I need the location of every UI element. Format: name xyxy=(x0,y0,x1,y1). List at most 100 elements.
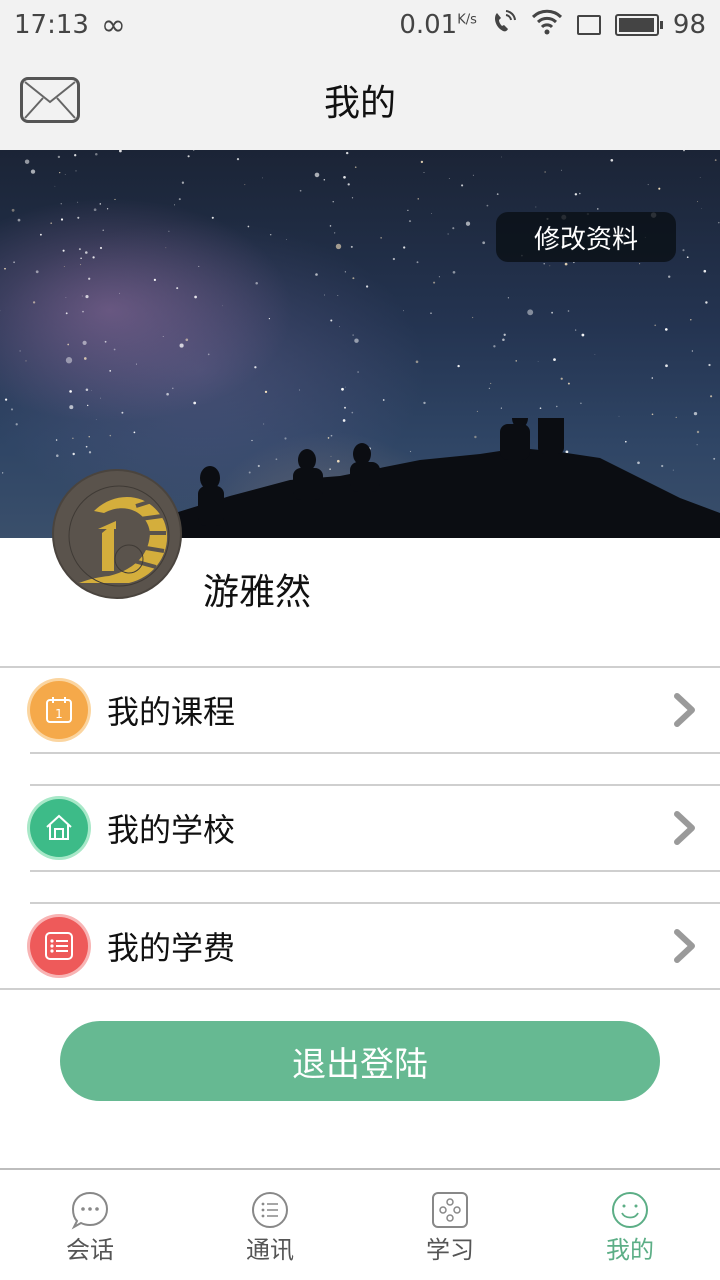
star xyxy=(82,340,87,345)
star xyxy=(77,201,79,203)
star xyxy=(686,256,689,259)
star xyxy=(100,397,101,399)
star xyxy=(323,179,326,181)
star xyxy=(567,382,570,385)
star xyxy=(99,203,102,205)
star xyxy=(99,246,103,250)
star xyxy=(668,275,671,278)
avatar[interactable] xyxy=(52,469,182,599)
username: 游雅然 xyxy=(203,572,312,613)
star xyxy=(347,183,350,186)
star xyxy=(430,312,432,314)
tab-label: 通讯 xyxy=(246,1236,294,1264)
star xyxy=(185,338,189,342)
tab-contacts[interactable]: 通讯 xyxy=(180,1170,360,1280)
star xyxy=(11,208,15,212)
star xyxy=(179,343,184,348)
study-dice-icon xyxy=(432,1192,468,1228)
star xyxy=(314,172,320,178)
star xyxy=(580,402,582,405)
star xyxy=(64,174,66,175)
star xyxy=(286,239,287,240)
star xyxy=(705,301,708,304)
star xyxy=(168,230,170,232)
star xyxy=(165,247,167,249)
school-logo-icon xyxy=(68,485,170,587)
star xyxy=(496,193,499,195)
star xyxy=(665,364,668,368)
star xyxy=(537,360,539,362)
star xyxy=(352,334,354,336)
star xyxy=(482,241,486,245)
profile-menu: 1 我的课程 我的学校 我的学费 xyxy=(0,666,720,990)
star xyxy=(597,208,599,210)
star xyxy=(575,329,577,331)
star xyxy=(515,360,517,362)
star xyxy=(392,257,396,261)
star xyxy=(91,390,92,391)
chevron-right-icon xyxy=(674,693,695,727)
wifi-icon xyxy=(531,9,563,42)
star xyxy=(332,201,334,203)
menu-item-my-tuition[interactable]: 我的学费 xyxy=(0,904,720,988)
status-bar: 17:13 ∞ 0.01K/s 98 xyxy=(0,0,720,50)
menu-item-my-school[interactable]: 我的学校 xyxy=(0,786,720,870)
tab-chat[interactable]: 会话 xyxy=(0,1170,180,1280)
star xyxy=(178,198,181,201)
star xyxy=(423,172,425,173)
star xyxy=(78,248,81,251)
menu-item-my-courses[interactable]: 1 我的课程 xyxy=(0,668,720,752)
star xyxy=(527,309,534,316)
star xyxy=(119,150,122,153)
star xyxy=(507,297,510,299)
star xyxy=(65,297,67,298)
star xyxy=(17,218,21,222)
edit-profile-button[interactable]: 修改资料 xyxy=(496,212,676,262)
sim-card-icon xyxy=(576,15,601,35)
logout-button[interactable]: 退出登陆 xyxy=(60,1021,660,1101)
star xyxy=(255,281,258,285)
star xyxy=(452,227,455,230)
star xyxy=(690,319,692,321)
smiley-icon xyxy=(612,1192,648,1228)
star xyxy=(166,392,169,396)
star xyxy=(343,175,346,179)
star xyxy=(354,166,357,169)
star xyxy=(403,246,406,249)
star xyxy=(268,318,270,320)
star xyxy=(664,328,668,331)
star xyxy=(471,316,474,319)
battery-icon xyxy=(614,14,663,36)
star xyxy=(172,387,174,390)
star xyxy=(193,150,195,151)
envelope-icon xyxy=(24,81,76,119)
star xyxy=(262,177,263,179)
star xyxy=(85,388,89,392)
star xyxy=(81,295,83,297)
contacts-list-icon xyxy=(252,1192,288,1228)
mail-button[interactable] xyxy=(20,77,80,123)
star xyxy=(490,382,492,384)
star xyxy=(639,263,641,265)
tab-mine[interactable]: 我的 xyxy=(540,1170,720,1280)
star xyxy=(104,340,107,343)
tab-label: 学习 xyxy=(426,1236,474,1264)
star xyxy=(535,206,537,208)
star xyxy=(113,348,116,351)
star xyxy=(553,358,556,361)
star xyxy=(65,357,73,364)
star xyxy=(4,398,8,401)
star xyxy=(106,208,109,210)
network-speed-value: 0.01 xyxy=(399,10,458,40)
tab-label: 我的 xyxy=(606,1236,654,1264)
star xyxy=(329,225,332,227)
star xyxy=(352,277,355,280)
star xyxy=(610,158,614,162)
star xyxy=(198,265,200,267)
star xyxy=(658,187,661,190)
star xyxy=(683,150,685,152)
star xyxy=(417,198,419,200)
menu-item-label: 我的学校 xyxy=(107,811,236,849)
star xyxy=(222,305,224,307)
tab-study[interactable]: 学习 xyxy=(360,1170,540,1280)
